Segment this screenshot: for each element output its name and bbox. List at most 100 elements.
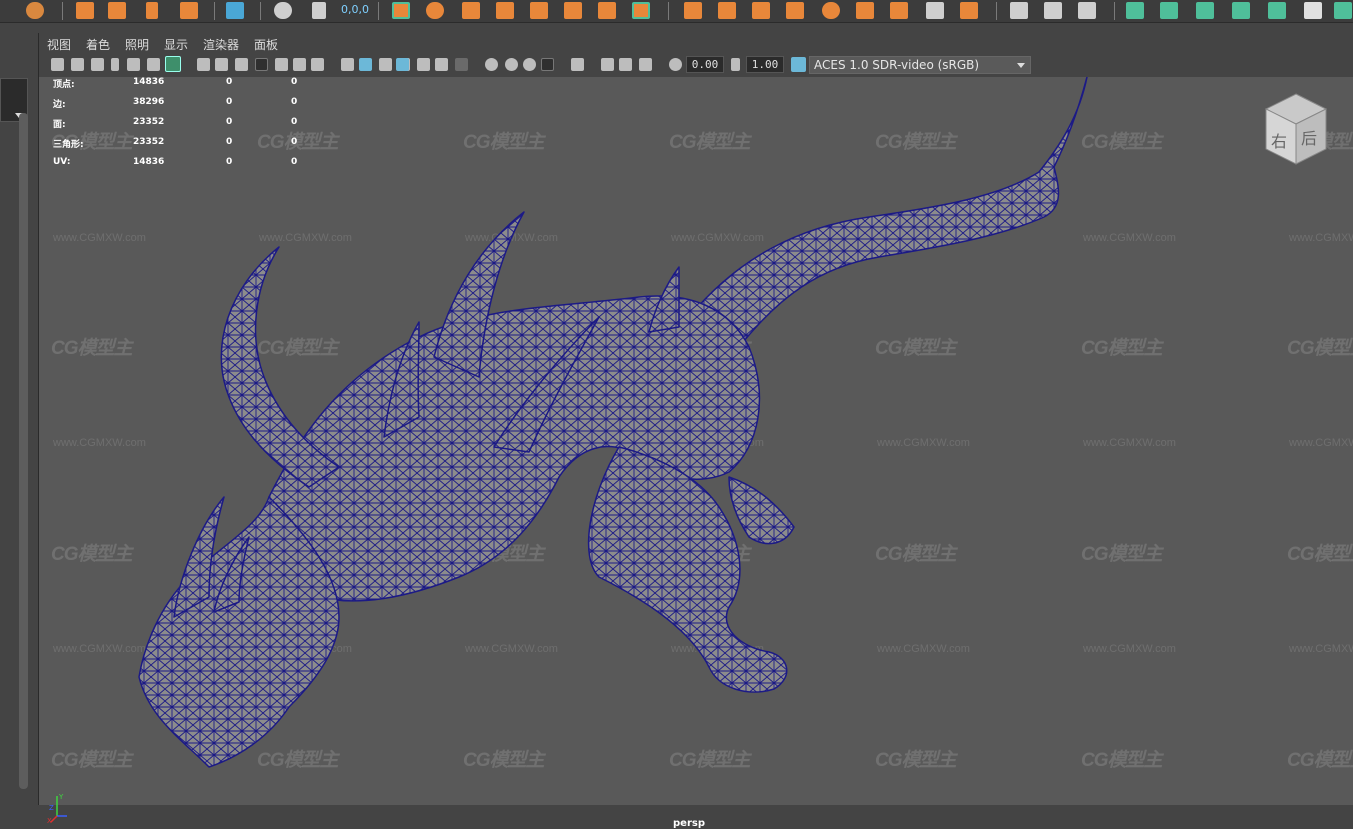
axis-z-label: Z — [49, 804, 54, 812]
gamma-icon[interactable] — [731, 58, 740, 71]
2d-pan-icon[interactable] — [127, 58, 140, 71]
mirror-icon[interactable] — [684, 2, 702, 19]
smooth-shade-icon[interactable] — [359, 58, 372, 71]
smooth-icon[interactable] — [718, 2, 736, 19]
grid-icon[interactable] — [226, 2, 244, 19]
shelf-separator — [668, 2, 669, 20]
viewcube[interactable]: 右 后 — [1261, 89, 1331, 169]
camera-select-icon[interactable] — [51, 58, 64, 71]
stat-label: 顶点: — [53, 80, 75, 90]
stat-value: 0 — [226, 97, 233, 107]
exposure-icon[interactable] — [669, 58, 682, 71]
viewport-panel: 视图 着色 照明 显示 渲染器 面板 0.00 1.00 ACES 1.0 SD… — [38, 33, 1353, 829]
separate-icon[interactable] — [786, 2, 804, 19]
xray-icon[interactable] — [417, 58, 430, 71]
menu-view[interactable]: 视图 — [47, 36, 71, 53]
grease-pencil-icon[interactable] — [147, 58, 160, 71]
menu-panels[interactable]: 面板 — [254, 36, 278, 53]
grid-toggle-icon[interactable] — [197, 58, 210, 71]
brush-icon[interactable] — [1078, 2, 1096, 19]
menu-show[interactable]: 显示 — [164, 36, 188, 53]
antialias-icon[interactable] — [523, 58, 536, 71]
twist-icon[interactable] — [1196, 2, 1214, 19]
backface-culling-icon[interactable] — [639, 58, 652, 71]
camera-label: persp — [673, 818, 705, 829]
left-scrollbar[interactable] — [19, 113, 28, 789]
menu-renderer[interactable]: 渲染器 — [203, 36, 239, 53]
bookmark-icon[interactable] — [91, 58, 104, 71]
axis-x-label: X — [47, 817, 52, 824]
multicut-icon[interactable] — [564, 2, 582, 19]
isolate-select-icon[interactable] — [571, 58, 584, 71]
bridge-icon[interactable] — [598, 2, 616, 19]
menu-lighting[interactable]: 照明 — [125, 36, 149, 53]
pen-icon[interactable] — [1010, 2, 1028, 19]
svg-icon[interactable] — [180, 2, 198, 19]
dragon-back-leg — [587, 446, 788, 693]
xray-active-icon[interactable] — [619, 58, 632, 71]
checker-icon[interactable] — [1304, 2, 1322, 19]
uv-icon[interactable] — [926, 2, 944, 19]
fill-hole-icon[interactable] — [822, 2, 840, 19]
stat-value: 0 — [226, 117, 233, 127]
color-space-dropdown[interactable]: ACES 1.0 SDR-video (sRGB) — [809, 56, 1031, 74]
texture-icon[interactable] — [960, 2, 978, 19]
3d-viewport[interactable]: CG模型主 CG模型主 CG模型主 CG模型主 CG模型主 CG模型主 CG模型主 CG模型主… — [39, 77, 1353, 829]
lattice-icon[interactable] — [1044, 2, 1062, 19]
dof-icon[interactable] — [541, 58, 554, 71]
color-management-icon[interactable] — [791, 57, 806, 72]
xray-joints-icon[interactable] — [601, 58, 614, 71]
measure-icon[interactable] — [274, 2, 292, 19]
stat-label: UV: — [53, 157, 71, 167]
motion-blur-icon[interactable] — [505, 58, 518, 71]
sculpt-icon[interactable] — [76, 2, 94, 19]
use-all-lights-icon[interactable] — [435, 58, 448, 71]
menu-shading[interactable]: 着色 — [86, 36, 110, 53]
camera-attributes-icon[interactable] — [71, 58, 84, 71]
snap-icon[interactable] — [312, 2, 326, 19]
globe-icon[interactable] — [426, 2, 444, 19]
sculpt-geo-icon[interactable] — [1334, 2, 1352, 19]
shelf-separator — [260, 2, 261, 20]
wave-icon[interactable] — [1232, 2, 1250, 19]
resolution-gate-icon[interactable] — [235, 58, 248, 71]
default-material-icon[interactable] — [379, 58, 392, 71]
text-icon[interactable] — [146, 2, 158, 19]
cube-icon[interactable] — [462, 2, 480, 19]
grease-pencil-active-icon[interactable] — [165, 56, 181, 72]
select-icon[interactable] — [392, 2, 410, 19]
cluster-icon[interactable] — [1126, 2, 1144, 19]
shadows-icon[interactable] — [455, 58, 468, 71]
stat-value: 0 — [291, 137, 298, 147]
gate-mask-icon[interactable] — [255, 58, 268, 71]
safe-action-icon[interactable] — [293, 58, 306, 71]
film-gate-icon[interactable] — [215, 58, 228, 71]
boolean-icon[interactable] — [752, 2, 770, 19]
stat-value: 0 — [291, 97, 298, 107]
sphere-icon[interactable] — [26, 2, 44, 19]
shelf-separator — [996, 2, 997, 20]
viewcube-right-label: 右 — [1271, 132, 1287, 151]
bevel-icon[interactable] — [530, 2, 548, 19]
stat-value: 14836 — [133, 157, 165, 167]
stat-value: 23352 — [133, 137, 165, 147]
bend-icon[interactable] — [1160, 2, 1178, 19]
triangulate-icon[interactable] — [856, 2, 874, 19]
color-space-label: ACES 1.0 SDR-video (sRGB) — [814, 58, 980, 72]
quadrangulate-icon[interactable] — [890, 2, 908, 19]
combine-icon[interactable] — [632, 2, 650, 19]
image-plane-icon[interactable] — [111, 58, 119, 71]
field-chart-icon[interactable] — [275, 58, 288, 71]
stat-label: 三角形: — [53, 140, 84, 150]
exposure-field[interactable]: 0.00 — [686, 56, 724, 73]
wireframe-icon[interactable] — [341, 58, 354, 71]
stat-value: 0 — [291, 77, 298, 87]
chevron-down-icon — [1017, 63, 1025, 68]
gamma-field[interactable]: 1.00 — [746, 56, 784, 73]
curve-icon[interactable] — [108, 2, 126, 19]
wireframe-on-shaded-icon[interactable] — [396, 58, 409, 71]
ambient-occlusion-icon[interactable] — [485, 58, 498, 71]
extrude-icon[interactable] — [496, 2, 514, 19]
safe-title-icon[interactable] — [311, 58, 324, 71]
wrap-icon[interactable] — [1268, 2, 1286, 19]
